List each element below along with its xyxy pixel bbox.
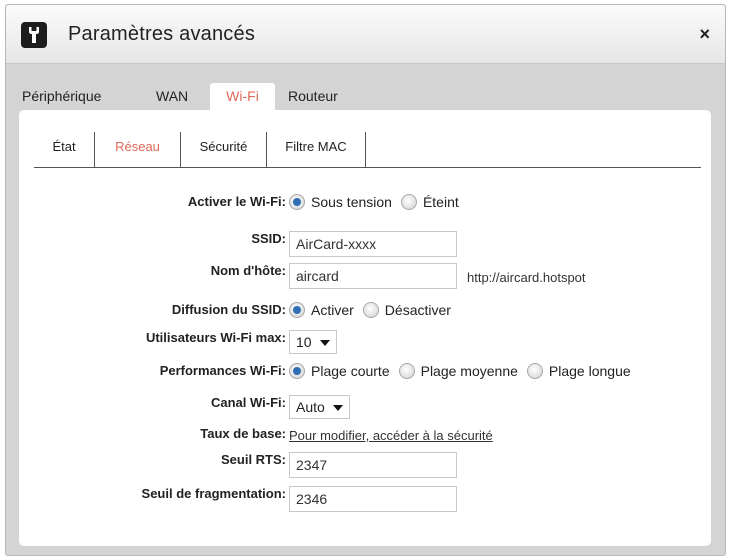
radio-activer[interactable] bbox=[289, 301, 305, 318]
fragmentation-input[interactable] bbox=[289, 486, 457, 512]
label-fragmentation: Seuil de fragmentation: bbox=[141, 486, 286, 501]
wrench-icon bbox=[21, 22, 47, 48]
label-ssid: SSID: bbox=[251, 231, 286, 246]
tab-wifi[interactable]: Wi-Fi bbox=[210, 83, 275, 113]
security-link[interactable]: Pour modifier, accéder à la sécurité bbox=[289, 428, 493, 443]
sub-tab-divider bbox=[34, 167, 701, 168]
tab-wan[interactable]: WAN bbox=[156, 83, 188, 113]
row-channel: Canal Wi-Fi: Auto bbox=[19, 395, 711, 425]
hostname-input[interactable] bbox=[289, 263, 457, 289]
tab-routeur[interactable]: Routeur bbox=[288, 83, 338, 113]
rts-input[interactable] bbox=[289, 452, 457, 478]
row-wifi-enable: Activer le Wi-Fi: Sous tension Éteint bbox=[19, 193, 711, 224]
ssid-broadcast-options: Activer Désactiver bbox=[289, 301, 460, 319]
max-users-value: 10 bbox=[296, 334, 312, 350]
channel-value: Auto bbox=[296, 399, 325, 415]
label-channel: Canal Wi-Fi: bbox=[211, 395, 286, 410]
wifi-settings-panel: État Réseau Sécurité Filtre MAC Activer … bbox=[19, 110, 711, 546]
row-max-users: Utilisateurs Wi-Fi max: 10 bbox=[19, 330, 711, 360]
settings-window: Paramètres avancés × Périphérique WAN Wi… bbox=[5, 4, 726, 556]
label-rts: Seuil RTS: bbox=[220, 452, 286, 467]
row-ssid: SSID: bbox=[19, 231, 711, 261]
hostname-url: http://aircard.hotspot bbox=[467, 270, 586, 285]
radio-label-plage-courte: Plage courte bbox=[311, 362, 390, 379]
radio-label-eteint: Éteint bbox=[422, 193, 459, 210]
subtab-etat[interactable]: État bbox=[34, 132, 95, 168]
label-hostname: Nom d'hôte: bbox=[210, 263, 286, 278]
tab-peripherique[interactable]: Périphérique bbox=[22, 83, 101, 113]
radio-plage-courte[interactable] bbox=[289, 362, 305, 379]
subtab-filtre-mac[interactable]: Filtre MAC bbox=[267, 132, 366, 168]
label-max-users: Utilisateurs Wi-Fi max: bbox=[145, 330, 286, 345]
row-hostname: Nom d'hôte: http://aircard.hotspot bbox=[19, 263, 711, 293]
performance-options: Plage courte Plage moyenne Plage longue bbox=[289, 362, 640, 380]
radio-label-desactiver: Désactiver bbox=[384, 301, 451, 318]
row-rts: Seuil RTS: bbox=[19, 452, 711, 482]
row-fragmentation: Seuil de fragmentation: bbox=[19, 486, 711, 516]
subtab-securite[interactable]: Sécurité bbox=[181, 132, 267, 168]
radio-sous-tension[interactable] bbox=[289, 193, 305, 210]
subtab-reseau[interactable]: Réseau bbox=[95, 132, 181, 168]
radio-label-sous-tension: Sous tension bbox=[311, 193, 392, 210]
radio-label-activer: Activer bbox=[311, 301, 354, 318]
label-wifi-enable: Activer le Wi-Fi: bbox=[187, 194, 286, 209]
radio-eteint[interactable] bbox=[400, 193, 417, 210]
label-performance: Performances Wi-Fi: bbox=[159, 363, 286, 378]
window-title: Paramètres avancés bbox=[68, 23, 256, 45]
radio-desactiver[interactable] bbox=[362, 301, 379, 318]
chevron-down-icon bbox=[319, 340, 330, 347]
close-icon[interactable]: × bbox=[699, 25, 710, 43]
radio-label-plage-moyenne: Plage moyenne bbox=[420, 362, 518, 379]
max-users-select[interactable]: 10 bbox=[289, 330, 337, 354]
row-ssid-broadcast: Diffusion du SSID: Activer Désactiver bbox=[19, 301, 711, 332]
wifi-enable-options: Sous tension Éteint bbox=[289, 193, 468, 211]
title-bar: Paramètres avancés × bbox=[6, 5, 725, 64]
ssid-input[interactable] bbox=[289, 231, 457, 257]
channel-select[interactable]: Auto bbox=[289, 395, 350, 419]
label-base-rate: Taux de base: bbox=[200, 426, 286, 441]
row-performance: Performances Wi-Fi: Plage courte Plage mo… bbox=[19, 362, 711, 393]
chevron-down-icon bbox=[332, 405, 343, 412]
label-ssid-broadcast: Diffusion du SSID: bbox=[171, 302, 286, 317]
radio-label-plage-longue: Plage longue bbox=[548, 362, 631, 379]
radio-plage-longue[interactable] bbox=[526, 362, 543, 379]
radio-plage-moyenne[interactable] bbox=[398, 362, 415, 379]
